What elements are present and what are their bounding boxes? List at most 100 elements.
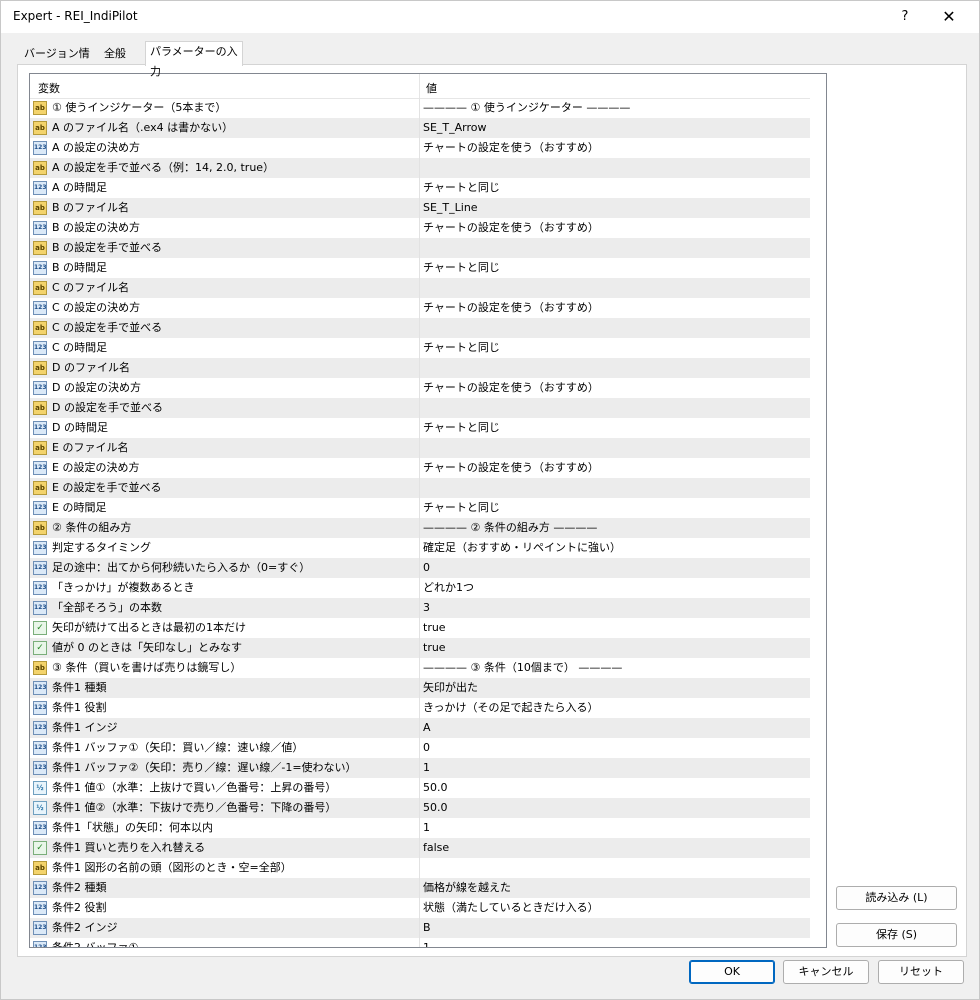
parameter-value[interactable]: true bbox=[423, 618, 446, 638]
load-button[interactable]: 読み込み (L) bbox=[836, 886, 957, 910]
tab-parameters[interactable]: パラメーターの入力 bbox=[145, 41, 243, 78]
parameter-row[interactable]: ab C のファイル名 bbox=[30, 278, 810, 298]
parameter-row[interactable]: 123 条件1「状態」の矢印：何本以内 1 bbox=[30, 818, 810, 838]
parameter-value[interactable]: チャートの設定を使う（おすすめ） bbox=[423, 138, 599, 158]
parameter-value[interactable]: チャートの設定を使う（おすすめ） bbox=[423, 458, 599, 478]
parameter-value[interactable]: 1 bbox=[423, 938, 430, 947]
parameter-name: 条件1 値②（水準：下抜けで売り／色番号：下降の番号） bbox=[52, 801, 337, 814]
parameter-row[interactable]: ✓ 条件1 買いと売りを入れ替える false bbox=[30, 838, 810, 858]
parameter-row[interactable]: 123 B の設定の決め方 チャートの設定を使う（おすすめ） bbox=[30, 218, 810, 238]
parameter-value[interactable]: 50.0 bbox=[423, 778, 448, 798]
cell-divider bbox=[419, 578, 420, 598]
tab-general[interactable]: 全般 bbox=[99, 43, 143, 65]
parameter-row[interactable]: 123 「全部そろう」の本数 3 bbox=[30, 598, 810, 618]
column-header-variable[interactable]: 変数 bbox=[38, 80, 60, 96]
parameter-value[interactable]: きっかけ（その足で起きたら入る） bbox=[423, 698, 599, 718]
parameter-value[interactable]: チャートと同じ bbox=[423, 178, 500, 198]
close-button[interactable]: ✕ bbox=[937, 5, 961, 29]
parameter-value[interactable]: 状態（満たしているときだけ入る） bbox=[423, 898, 599, 918]
parameter-row[interactable]: 123 D の時間足 チャートと同じ bbox=[30, 418, 810, 438]
parameter-value[interactable]: チャートと同じ bbox=[423, 418, 500, 438]
parameter-row[interactable]: ½ 条件1 値②（水準：下抜けで売り／色番号：下降の番号） 50.0 bbox=[30, 798, 810, 818]
ok-button[interactable]: OK bbox=[689, 960, 775, 984]
parameter-row[interactable]: 123 条件1 インジ A bbox=[30, 718, 810, 738]
integer-type-icon: 123 bbox=[33, 941, 47, 947]
parameter-row[interactable]: 123 C の時間足 チャートと同じ bbox=[30, 338, 810, 358]
column-header-value[interactable]: 値 bbox=[426, 80, 437, 96]
parameter-row[interactable]: 123 条件2 バッファ① 1 bbox=[30, 938, 810, 947]
parameter-value[interactable]: 0 bbox=[423, 558, 430, 578]
parameter-value[interactable]: チャートと同じ bbox=[423, 498, 500, 518]
parameter-row[interactable]: 123 条件2 インジ B bbox=[30, 918, 810, 938]
parameter-row[interactable]: 123 A の時間足 チャートと同じ bbox=[30, 178, 810, 198]
parameter-value[interactable]: 0 bbox=[423, 738, 430, 758]
help-button[interactable]: ? bbox=[893, 5, 917, 29]
parameter-row[interactable]: 123 判定するタイミング 確定足（おすすめ・リペイントに強い） bbox=[30, 538, 810, 558]
parameter-row[interactable]: 123 条件2 種類 価格が線を越えた bbox=[30, 878, 810, 898]
parameter-value[interactable]: 1 bbox=[423, 758, 430, 778]
tab-version-info[interactable]: バージョン情報 bbox=[19, 43, 99, 80]
parameter-value[interactable]: チャートの設定を使う（おすすめ） bbox=[423, 378, 599, 398]
parameter-row[interactable]: ab B のファイル名 SE_T_Line bbox=[30, 198, 810, 218]
parameter-row[interactable]: ab 条件1 図形の名前の頭（図形のとき・空=全部） bbox=[30, 858, 810, 878]
parameter-row[interactable]: ✓ 矢印が続けて出るときは最初の1本だけ true bbox=[30, 618, 810, 638]
column-divider[interactable] bbox=[419, 74, 420, 98]
cell-divider bbox=[419, 598, 420, 618]
parameter-row[interactable]: ab A のファイル名（.ex4 は書かない） SE_T_Arrow bbox=[30, 118, 810, 138]
parameter-value[interactable]: B bbox=[423, 918, 431, 938]
parameter-row[interactable]: ab ② 条件の組み方 ———— ② 条件の組み方 ———— bbox=[30, 518, 810, 538]
parameter-row[interactable]: ab D の設定を手で並べる bbox=[30, 398, 810, 418]
parameter-row[interactable]: ab E のファイル名 bbox=[30, 438, 810, 458]
parameter-row[interactable]: ✓ 値が 0 のときは「矢印なし」とみなす true bbox=[30, 638, 810, 658]
parameter-value[interactable]: 50.0 bbox=[423, 798, 448, 818]
parameter-row[interactable]: ½ 条件1 値①（水準：上抜けで買い／色番号：上昇の番号） 50.0 bbox=[30, 778, 810, 798]
parameter-name: 条件2 役割 bbox=[52, 901, 107, 914]
parameter-row[interactable]: ab A の設定を手で並べる（例：14, 2.0, true） bbox=[30, 158, 810, 178]
parameter-name: 条件2 インジ bbox=[52, 921, 118, 934]
parameter-value[interactable]: チャートの設定を使う（おすすめ） bbox=[423, 218, 599, 238]
parameter-row[interactable]: 123 A の設定の決め方 チャートの設定を使う（おすすめ） bbox=[30, 138, 810, 158]
cancel-button[interactable]: キャンセル bbox=[783, 960, 869, 984]
parameter-name: E のファイル名 bbox=[52, 441, 129, 454]
parameter-row[interactable]: 123 E の時間足 チャートと同じ bbox=[30, 498, 810, 518]
parameter-row[interactable]: 123 C の設定の決め方 チャートの設定を使う（おすすめ） bbox=[30, 298, 810, 318]
parameter-name: 判定するタイミング bbox=[52, 541, 151, 554]
parameter-row[interactable]: ab ① 使うインジケーター（5本まで） ———— ① 使うインジケーター ———— bbox=[30, 98, 810, 118]
parameter-value[interactable]: 矢印が出た bbox=[423, 678, 478, 698]
parameter-row[interactable]: 123 条件1 役割 きっかけ（その足で起きたら入る） bbox=[30, 698, 810, 718]
parameter-row[interactable]: 123 条件1 種類 矢印が出た bbox=[30, 678, 810, 698]
reset-button[interactable]: リセット bbox=[878, 960, 964, 984]
parameter-value[interactable]: 3 bbox=[423, 598, 430, 618]
parameter-row[interactable]: ab C の設定を手で並べる bbox=[30, 318, 810, 338]
cell-divider bbox=[419, 718, 420, 738]
parameter-row[interactable]: ab D のファイル名 bbox=[30, 358, 810, 378]
parameter-value[interactable]: true bbox=[423, 638, 446, 658]
parameter-row[interactable]: ab ③ 条件（買いを書けば売りは鏡写し） ———— ③ 条件（10個まで） ———… bbox=[30, 658, 810, 678]
parameter-row[interactable]: 123 条件2 役割 状態（満たしているときだけ入る） bbox=[30, 898, 810, 918]
parameter-row[interactable]: ab B の設定を手で並べる bbox=[30, 238, 810, 258]
parameter-row[interactable]: 123 条件1 バッファ①（矢印：買い／線：速い線／値） 0 bbox=[30, 738, 810, 758]
parameter-row[interactable]: 123 B の時間足 チャートと同じ bbox=[30, 258, 810, 278]
integer-type-icon: 123 bbox=[33, 541, 47, 555]
parameter-value[interactable]: 1 bbox=[423, 818, 430, 838]
parameter-row[interactable]: 123 条件1 バッファ②（矢印：売り／線：遅い線／-1=使わない） 1 bbox=[30, 758, 810, 778]
parameter-row[interactable]: 123 「きっかけ」が複数あるとき どれか1つ bbox=[30, 578, 810, 598]
parameter-value[interactable]: A bbox=[423, 718, 431, 738]
parameter-row[interactable]: 123 E の設定の決め方 チャートの設定を使う（おすすめ） bbox=[30, 458, 810, 478]
parameter-value[interactable]: false bbox=[423, 838, 449, 858]
parameter-row[interactable]: 123 D の設定の決め方 チャートの設定を使う（おすすめ） bbox=[30, 378, 810, 398]
parameter-value[interactable]: 価格が線を越えた bbox=[423, 878, 511, 898]
parameter-value[interactable]: SE_T_Line bbox=[423, 198, 478, 218]
parameter-value[interactable]: ———— ③ 条件（10個まで） ———— bbox=[423, 658, 622, 678]
parameter-value[interactable]: どれか1つ bbox=[423, 578, 474, 598]
parameter-value[interactable]: SE_T_Arrow bbox=[423, 118, 487, 138]
parameter-row[interactable]: ab E の設定を手で並べる bbox=[30, 478, 810, 498]
parameter-row[interactable]: 123 足の途中：出てから何秒続いたら入るか（0=すぐ） 0 bbox=[30, 558, 810, 578]
parameter-value[interactable]: チャートと同じ bbox=[423, 338, 500, 358]
parameter-value[interactable]: 確定足（おすすめ・リペイントに強い） bbox=[423, 538, 621, 558]
parameter-value[interactable]: ———— ① 使うインジケーター ———— bbox=[423, 98, 630, 118]
parameter-value[interactable]: チャートと同じ bbox=[423, 258, 500, 278]
parameter-value[interactable]: チャートの設定を使う（おすすめ） bbox=[423, 298, 599, 318]
save-button[interactable]: 保存 (S) bbox=[836, 923, 957, 947]
parameter-value[interactable]: ———— ② 条件の組み方 ———— bbox=[423, 518, 597, 538]
